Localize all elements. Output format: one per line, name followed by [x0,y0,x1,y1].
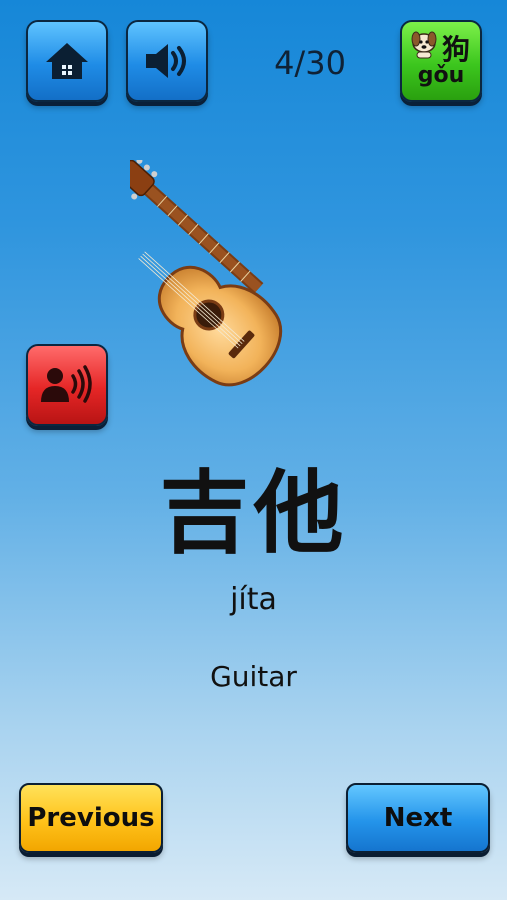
language-button[interactable]: 狗 gǒu [400,20,482,102]
card-counter: 4/30 [274,44,346,82]
next-button[interactable]: Next [346,783,490,853]
sound-toggle-button[interactable] [126,20,208,102]
pinyin-text: jíta [230,582,277,617]
language-character: 狗 [441,33,470,66]
speaker-person-icon [41,365,92,403]
speaker-icon [146,44,186,78]
english-translation: Guitar [210,660,297,693]
previous-button[interactable]: Previous [19,783,163,853]
guitar-image [130,160,283,387]
language-pinyin: gǒu [417,63,465,88]
chinese-word: 吉他 [159,461,348,566]
pronounce-button[interactable] [26,344,108,426]
home-icon [46,43,88,79]
home-button[interactable] [26,20,108,102]
dog-icon [411,31,437,59]
